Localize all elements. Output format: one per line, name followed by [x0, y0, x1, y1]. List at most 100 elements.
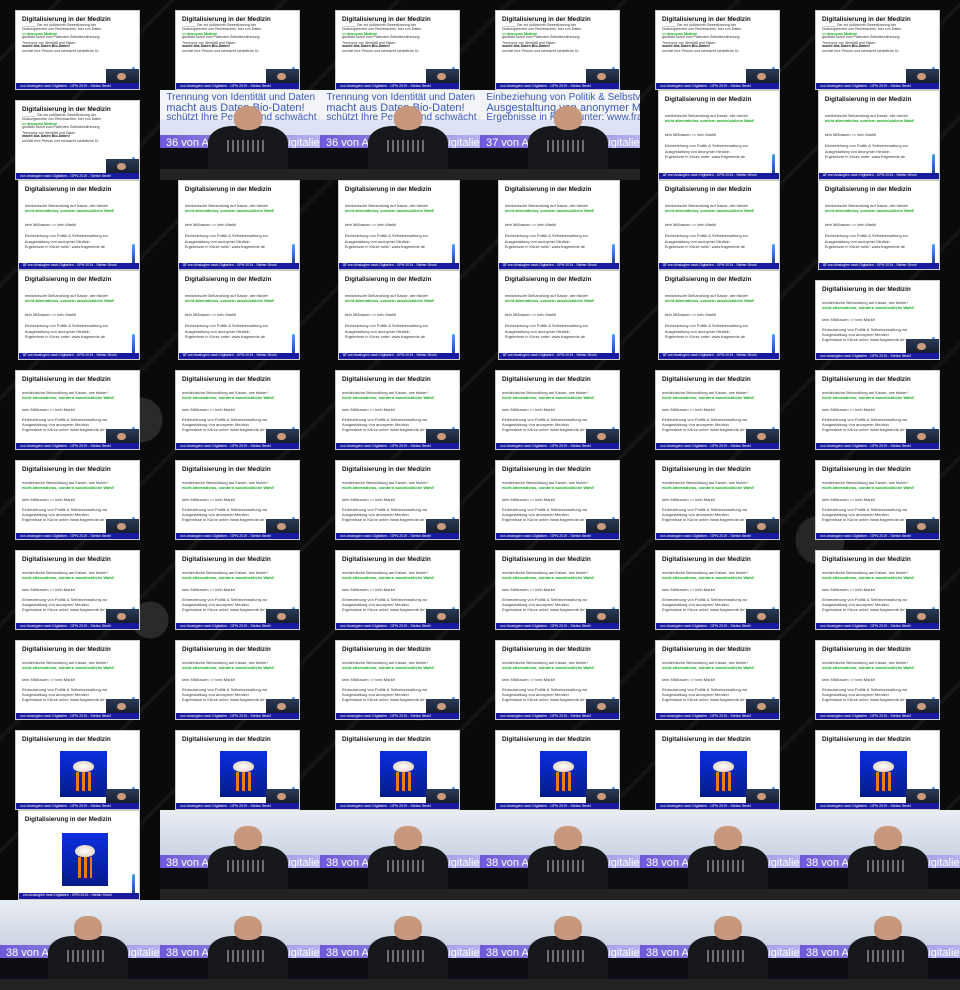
video-frame-thumbnail[interactable]: Digitalisierung in der Medizin medizinisc… — [495, 550, 620, 630]
video-frame-thumbnail[interactable]: Digitalisierung in der Medizin _______ Di… — [655, 10, 780, 90]
video-frame-thumbnail[interactable]: Digitalisierung in der Medizin medizinisc… — [815, 460, 940, 540]
video-frame-thumbnail[interactable]: Digitalisierung in der Medizin medizinisc… — [655, 370, 780, 450]
slide-decoration-strip — [931, 244, 936, 264]
video-frame-thumbnail[interactable]: 38 von Analogien nach Digitalien - GPN 2… — [640, 900, 800, 990]
video-frame-thumbnail[interactable]: Digitalisierung in der Medizin von Analog… — [175, 730, 300, 810]
video-frame-thumbnail[interactable]: Digitalisierung in der Medizin medizinisc… — [18, 180, 140, 270]
video-frame-thumbnail[interactable]: Digitalisierung in der Medizin medizinisc… — [818, 90, 940, 180]
slide-decoration-strip — [131, 874, 136, 894]
video-frame-thumbnail[interactable]: Digitalisierung in der Medizin medizinisc… — [335, 460, 460, 540]
video-frame-thumbnail[interactable]: 38 von Analogien nach Digitalien - GPN 2… — [320, 810, 480, 900]
video-frame-thumbnail[interactable]: 38 von Analogien nach Digitalien - GPN 2… — [320, 900, 480, 990]
video-frame-thumbnail[interactable]: Digitalisierung in der Medizin medizinisc… — [495, 640, 620, 720]
slide-text-line: kein Mißtrauen => kein Markt! — [342, 407, 395, 412]
slide-footer-bar: 37 von Analogien nach Digitalien - GPN 2… — [339, 263, 459, 269]
slide-text-line: schützt Ihre Person und schwächt schädli… — [22, 138, 99, 143]
slide-footer-bar: 37 von Analogien nach Digitalien - GPN 2… — [659, 263, 779, 269]
slide-footer-text: von Analogien nach Digitalien - GPN 2019… — [820, 354, 912, 358]
slide-text-line: gestärkt durch zum Patienten-Selbstbesti… — [662, 35, 740, 40]
video-frame-thumbnail[interactable]: Digitalisierung in der Medizin von Analog… — [655, 730, 780, 810]
slide-footer-text: von Analogien nach Digitalien - GPN 2019… — [347, 353, 437, 358]
slide-footer-text: von Analogien nach Digitalien - GPN 2019… — [20, 714, 112, 718]
slide-footer-bar: von Analogien nach Digitalien - GPN 2019… — [496, 623, 619, 629]
slide-footer-bar: von Analogien nach Digitalien - GPN 2019… — [336, 533, 459, 539]
slide-footer-text: von Analogien nach Digitalien - GPN 2019… — [820, 714, 912, 718]
video-frame-thumbnail[interactable]: Digitalisierung in der Medizin medizinisc… — [655, 640, 780, 720]
video-frame-thumbnail[interactable]: Digitalisierung in der Medizin medizinisc… — [335, 550, 460, 630]
video-frame-thumbnail[interactable]: Digitalisierung in der Medizin medizinisc… — [658, 90, 780, 180]
slide-title: Digitalisierung in der Medizin — [184, 185, 272, 193]
slide-text-line: schützt Ihre Person und schwächt schädli… — [182, 48, 259, 53]
video-frame-thumbnail[interactable]: 38 von Analogien nach Digitalien - GPN 2… — [480, 810, 640, 900]
video-frame-thumbnail[interactable]: Digitalisierung in der Medizin medizinisc… — [175, 460, 300, 540]
slide-decoration-strip — [611, 244, 616, 264]
slide-text-line: kein Mißtrauen => kein Markt! — [22, 587, 75, 592]
jellyfish-image — [62, 833, 108, 886]
video-frame-thumbnail[interactable]: Digitalisierung in der Medizin medizinisc… — [15, 370, 140, 450]
video-frame-thumbnail[interactable]: Digitalisierung in der Medizin medizinisc… — [815, 640, 940, 720]
slide-title: Digitalisierung in der Medizin — [504, 185, 592, 193]
video-frame-thumbnail[interactable]: Digitalisierung in der Medizin medizinisc… — [175, 370, 300, 450]
shirt-print — [547, 949, 586, 963]
slide-text-line: nicht alternativlos, sondern ausdrücklic… — [502, 665, 595, 670]
slide-decoration-strip — [131, 334, 136, 354]
video-frame-thumbnail[interactable]: 38 von Analogien nach Digitalien - GPN 2… — [640, 810, 800, 900]
video-frame-thumbnail[interactable]: Digitalisierung in der Medizin medizinisc… — [338, 180, 460, 270]
slide-text-line: Ergebnisse in Kürze unter: www.fragmende… — [182, 427, 265, 432]
video-frame-thumbnail[interactable]: Digitalisierung in der Medizin von Analog… — [18, 810, 140, 900]
video-frame-thumbnail[interactable]: Digitalisierung in der Medizin medizinisc… — [498, 270, 620, 360]
video-frame-thumbnail[interactable]: Digitalisierung in der Medizin medizinisc… — [178, 180, 300, 270]
slide-text-line: Ergebnisse in Kürze unter: www.fragmende… — [502, 607, 585, 612]
video-frame-thumbnail[interactable]: Trennung von Identität und Daten macht au… — [320, 90, 480, 180]
video-frame-thumbnail[interactable]: Digitalisierung in der Medizin medizinisc… — [655, 550, 780, 630]
video-frame-thumbnail[interactable]: Digitalisierung in der Medizin medizinisc… — [498, 180, 620, 270]
video-frame-thumbnail[interactable]: Digitalisierung in der Medizin medizinisc… — [175, 640, 300, 720]
video-frame-thumbnail[interactable]: Digitalisierung in der Medizin medizinisc… — [658, 270, 780, 360]
video-frame-thumbnail[interactable]: Digitalisierung in der Medizin von Analog… — [335, 730, 460, 810]
video-frame-thumbnail[interactable]: Digitalisierung in der Medizin von Analog… — [815, 730, 940, 810]
slide-footer-bar: von Analogien nach Digitalien - GPN 2019… — [656, 713, 779, 719]
video-frame-thumbnail[interactable]: Digitalisierung in der Medizin medizinisc… — [655, 460, 780, 540]
video-frame-thumbnail[interactable]: Digitalisierung in der Medizin von Analog… — [495, 730, 620, 810]
video-frame-thumbnail[interactable]: Digitalisierung in der Medizin medizinisc… — [818, 180, 940, 270]
video-frame-thumbnail[interactable]: Digitalisierung in der Medizin medizinisc… — [15, 550, 140, 630]
video-frame-thumbnail[interactable]: Digitalisierung in der Medizin von Analog… — [15, 730, 140, 810]
video-frame-thumbnail[interactable]: Digitalisierung in der Medizin _______ Di… — [15, 100, 140, 180]
video-frame-thumbnail[interactable]: Digitalisierung in der Medizin medizinisc… — [15, 640, 140, 720]
video-frame-thumbnail[interactable]: Digitalisierung in der Medizin medizinisc… — [178, 270, 300, 360]
slide-text-line: Ergebnisse in Kürze unter: www.fragmende… — [662, 517, 745, 522]
video-frame-thumbnail[interactable]: Digitalisierung in der Medizin _______ Di… — [495, 10, 620, 90]
video-frame-thumbnail[interactable]: 38 von Analogien nach Digitalien - GPN 2… — [800, 810, 960, 900]
slide-text-line: schützt Ihre Person und schwächt schädli… — [342, 48, 419, 53]
video-frame-thumbnail[interactable]: Digitalisierung in der Medizin _______ Di… — [175, 10, 300, 90]
video-frame-thumbnail[interactable]: Digitalisierung in der Medizin medizinisc… — [815, 370, 940, 450]
video-frame-thumbnail[interactable]: 38 von Analogien nach Digitalien - GPN 2… — [160, 900, 320, 990]
lectern — [0, 979, 160, 990]
video-frame-thumbnail[interactable]: Digitalisierung in der Medizin medizinisc… — [815, 280, 940, 360]
slide-footer-bar: von Analogien nach Digitalien - GPN 2019… — [176, 623, 299, 629]
video-frame-thumbnail[interactable]: Digitalisierung in der Medizin medizinisc… — [335, 370, 460, 450]
video-frame-thumbnail[interactable]: 38 von Analogien nach Digitalien - GPN 2… — [800, 900, 960, 990]
slide-text-line: macht aus Daten Bio-Daten! — [22, 134, 70, 139]
video-frame-thumbnail[interactable]: Digitalisierung in der Medizin medizinisc… — [495, 370, 620, 450]
video-frame-thumbnail[interactable]: 38 von Analogien nach Digitalien - GPN 2… — [480, 900, 640, 990]
video-frame-thumbnail[interactable]: Digitalisierung in der Medizin medizinisc… — [335, 640, 460, 720]
video-frame-thumbnail[interactable]: Digitalisierung in der Medizin _______ Di… — [815, 10, 940, 90]
video-frame-thumbnail[interactable]: Digitalisierung in der Medizin medizinisc… — [18, 270, 140, 360]
video-frame-thumbnail[interactable]: Digitalisierung in der Medizin medizinisc… — [658, 180, 780, 270]
video-frame-thumbnail[interactable]: Einbeziehung von Politik & Selbstverwalt… — [480, 90, 640, 180]
video-frame-thumbnail[interactable]: 38 von Analogien nach Digitalien - GPN 2… — [0, 900, 160, 990]
slide-text-line: nicht alternativlos, sondern ausdrücklic… — [662, 665, 755, 670]
slide-title: Digitalisierung in der Medizin — [662, 376, 751, 383]
slide-footer-bar: von Analogien nach Digitalien - GPN 2019… — [16, 533, 139, 539]
video-frame-thumbnail[interactable]: Digitalisierung in der Medizin medizinisc… — [15, 460, 140, 540]
video-frame-thumbnail[interactable]: Digitalisierung in der Medizin medizinisc… — [338, 270, 460, 360]
slide-footer-text: von Analogien nach Digitalien - GPN 2019… — [20, 84, 112, 88]
video-frame-thumbnail[interactable]: 38 von Analogien nach Digitalien - GPN 2… — [160, 810, 320, 900]
video-frame-thumbnail[interactable]: Digitalisierung in der Medizin medizinisc… — [495, 460, 620, 540]
video-frame-thumbnail[interactable]: Digitalisierung in der Medizin medizinisc… — [815, 550, 940, 630]
video-frame-thumbnail[interactable]: Digitalisierung in der Medizin medizinisc… — [175, 550, 300, 630]
video-frame-thumbnail[interactable]: Trennung von Identität und Daten macht au… — [160, 90, 320, 180]
video-frame-thumbnail[interactable]: Digitalisierung in der Medizin _______ Di… — [335, 10, 460, 90]
video-frame-thumbnail[interactable]: Digitalisierung in der Medizin _______ Di… — [15, 10, 140, 90]
